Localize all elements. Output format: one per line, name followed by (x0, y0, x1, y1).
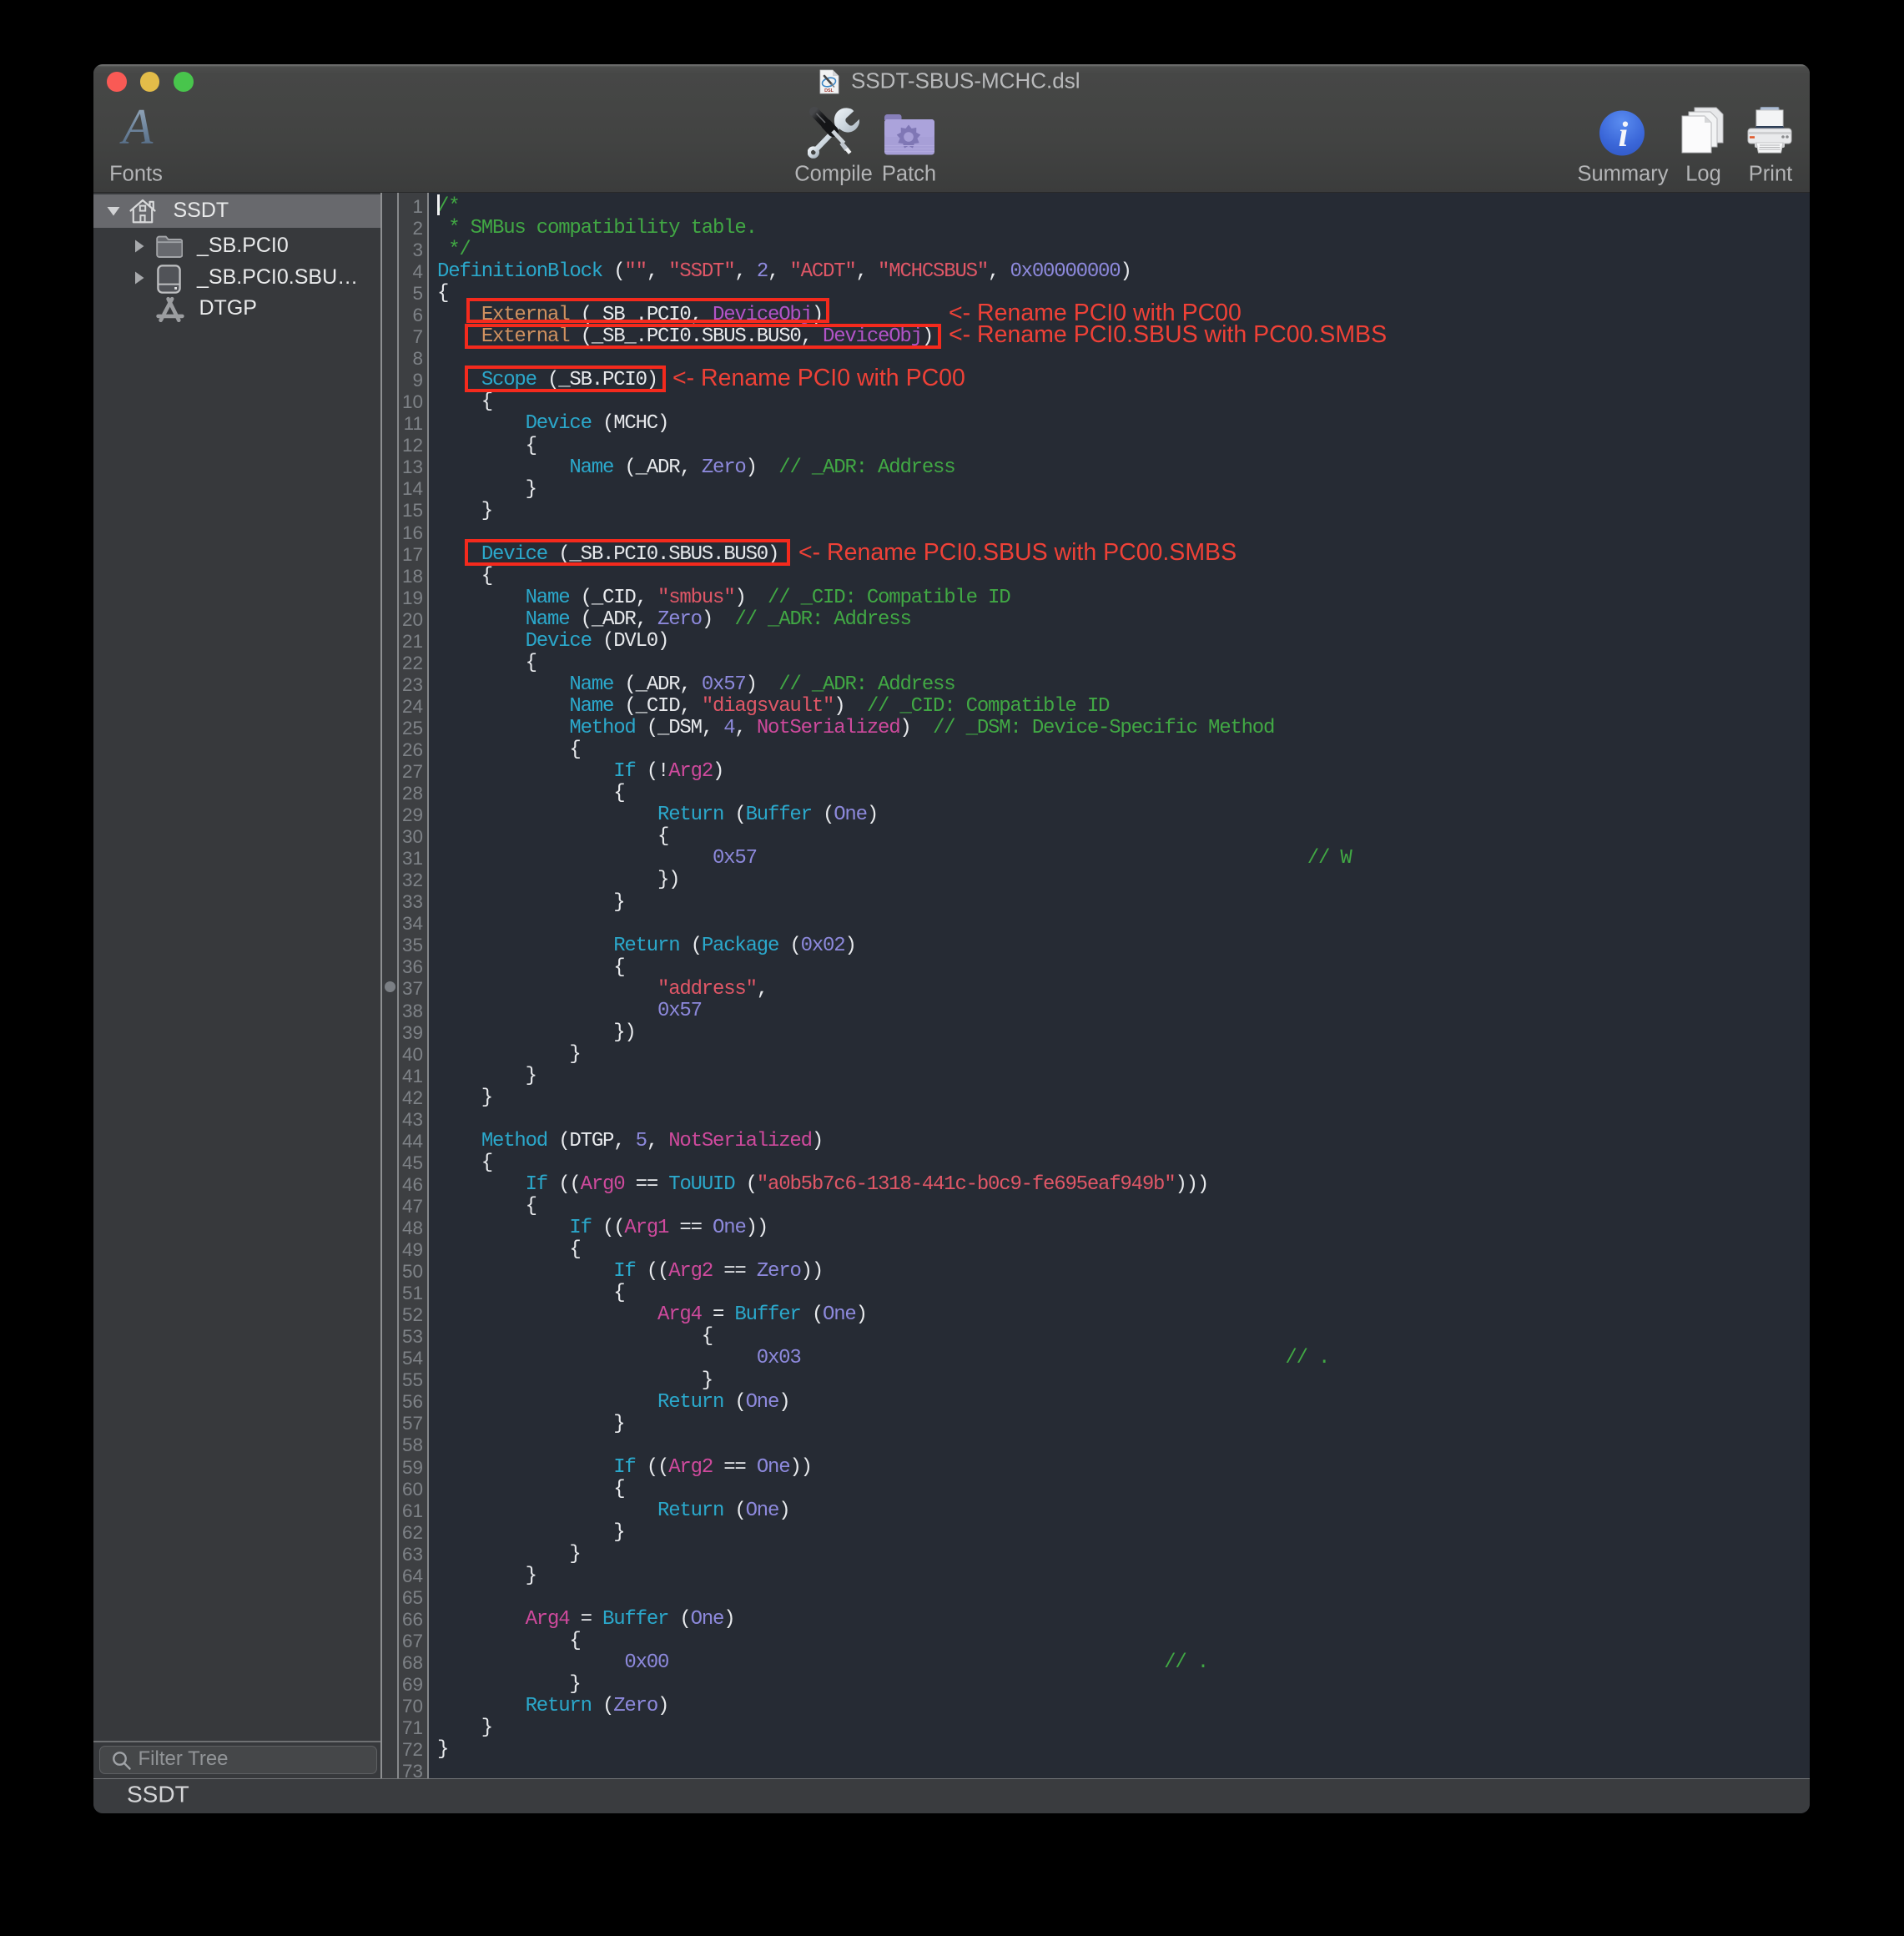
svg-text:DSL: DSL (824, 88, 834, 93)
svg-text:A: A (119, 100, 154, 154)
svg-text:i: i (1619, 116, 1629, 154)
